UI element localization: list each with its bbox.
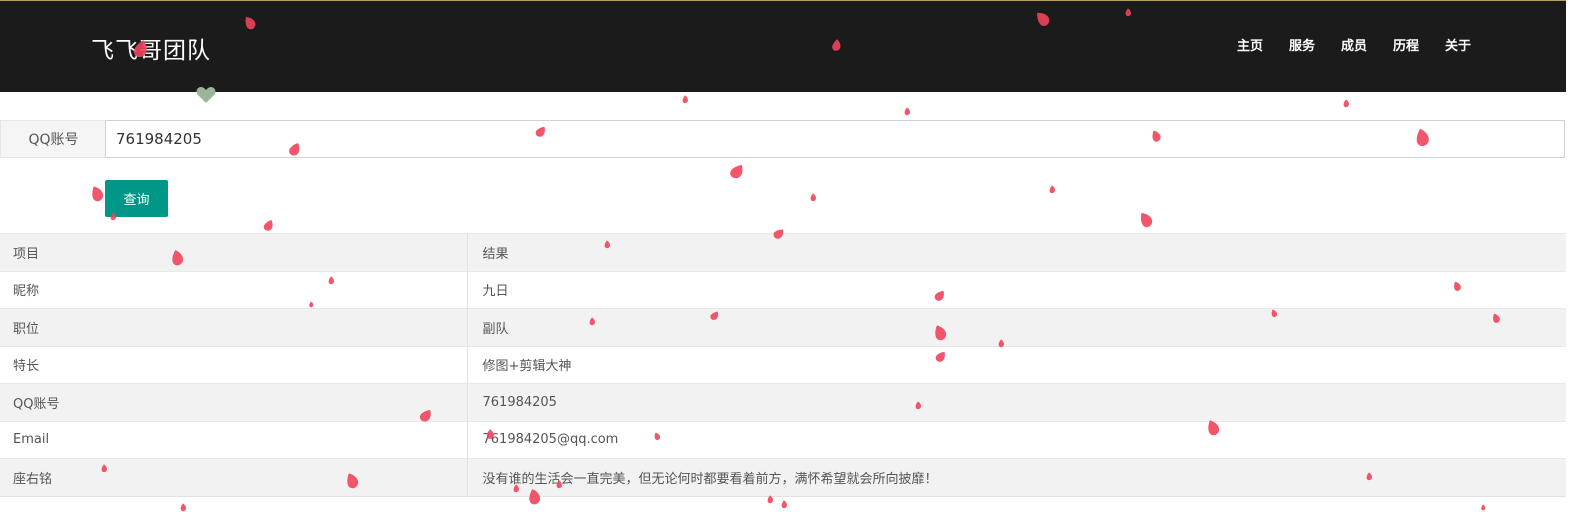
- table-header-result: 结果: [466, 233, 1566, 271]
- petal-decoration: [1140, 213, 1153, 228]
- petal-decoration: [682, 95, 688, 104]
- petal-decoration: [92, 186, 104, 202]
- heart-icon: [196, 87, 216, 103]
- petal-decoration: [730, 164, 743, 179]
- row-label: 座右铭: [0, 458, 467, 497]
- table-row: 特长 修图+剪辑大神: [0, 345, 1566, 384]
- row-value: 副队: [466, 308, 1566, 346]
- petal-decoration: [1481, 504, 1486, 511]
- petal-decoration: [810, 193, 816, 202]
- table-header-row: 项目 结果: [0, 233, 1566, 271]
- nav-home[interactable]: 主页: [1224, 35, 1276, 54]
- brand-title[interactable]: 飞飞哥团队: [91, 31, 211, 65]
- qq-number-input[interactable]: [105, 120, 1565, 158]
- query-button[interactable]: 查询: [105, 180, 168, 217]
- top-navbar: 飞飞哥团队 主页 服务 成员 历程 关于: [0, 0, 1566, 92]
- row-value: 九日: [466, 270, 1566, 309]
- row-label: Email: [0, 420, 467, 459]
- qq-field-label: QQ账号: [0, 120, 106, 158]
- petal-decoration: [1343, 99, 1349, 108]
- row-value: 修图+剪辑大神: [466, 345, 1566, 384]
- table-row: Email 761984205@qq.com: [0, 420, 1566, 459]
- table-row: QQ账号 761984205: [0, 383, 1566, 421]
- table-header-item: 项目: [0, 233, 467, 271]
- petal-decoration: [767, 495, 773, 504]
- nav-history[interactable]: 历程: [1380, 35, 1432, 54]
- qq-search-row: QQ账号: [0, 120, 1566, 158]
- petal-decoration: [1049, 185, 1055, 194]
- main-nav: 主页 服务 成员 历程 关于: [1224, 35, 1484, 54]
- table-row: 昵称 九日: [0, 270, 1566, 309]
- row-label: 特长: [0, 345, 467, 384]
- petal-decoration: [180, 503, 186, 512]
- nav-about[interactable]: 关于: [1432, 35, 1484, 54]
- row-label: 职位: [0, 308, 467, 346]
- nav-services[interactable]: 服务: [1276, 35, 1328, 54]
- nav-members[interactable]: 成员: [1328, 35, 1380, 54]
- petal-decoration: [263, 220, 273, 231]
- row-value: 没有谁的生活会一直完美，但无论何时都要看着前方，满怀希望就会所向披靡！: [466, 458, 1566, 497]
- row-value: 761984205: [466, 383, 1566, 421]
- table-row: 职位 副队: [0, 308, 1566, 346]
- table-row: 座右铭 没有谁的生活会一直完美，但无论何时都要看着前方，满怀希望就会所向披靡！: [0, 458, 1566, 497]
- row-label: QQ账号: [0, 383, 467, 421]
- row-label: 昵称: [0, 270, 467, 309]
- result-table: 项目 结果 昵称 九日 职位 副队 特长 修图+剪辑大神 QQ账号 761984…: [0, 233, 1566, 497]
- petal-decoration: [781, 500, 787, 509]
- row-value: 761984205@qq.com: [466, 420, 1566, 459]
- petal-decoration: [904, 107, 910, 116]
